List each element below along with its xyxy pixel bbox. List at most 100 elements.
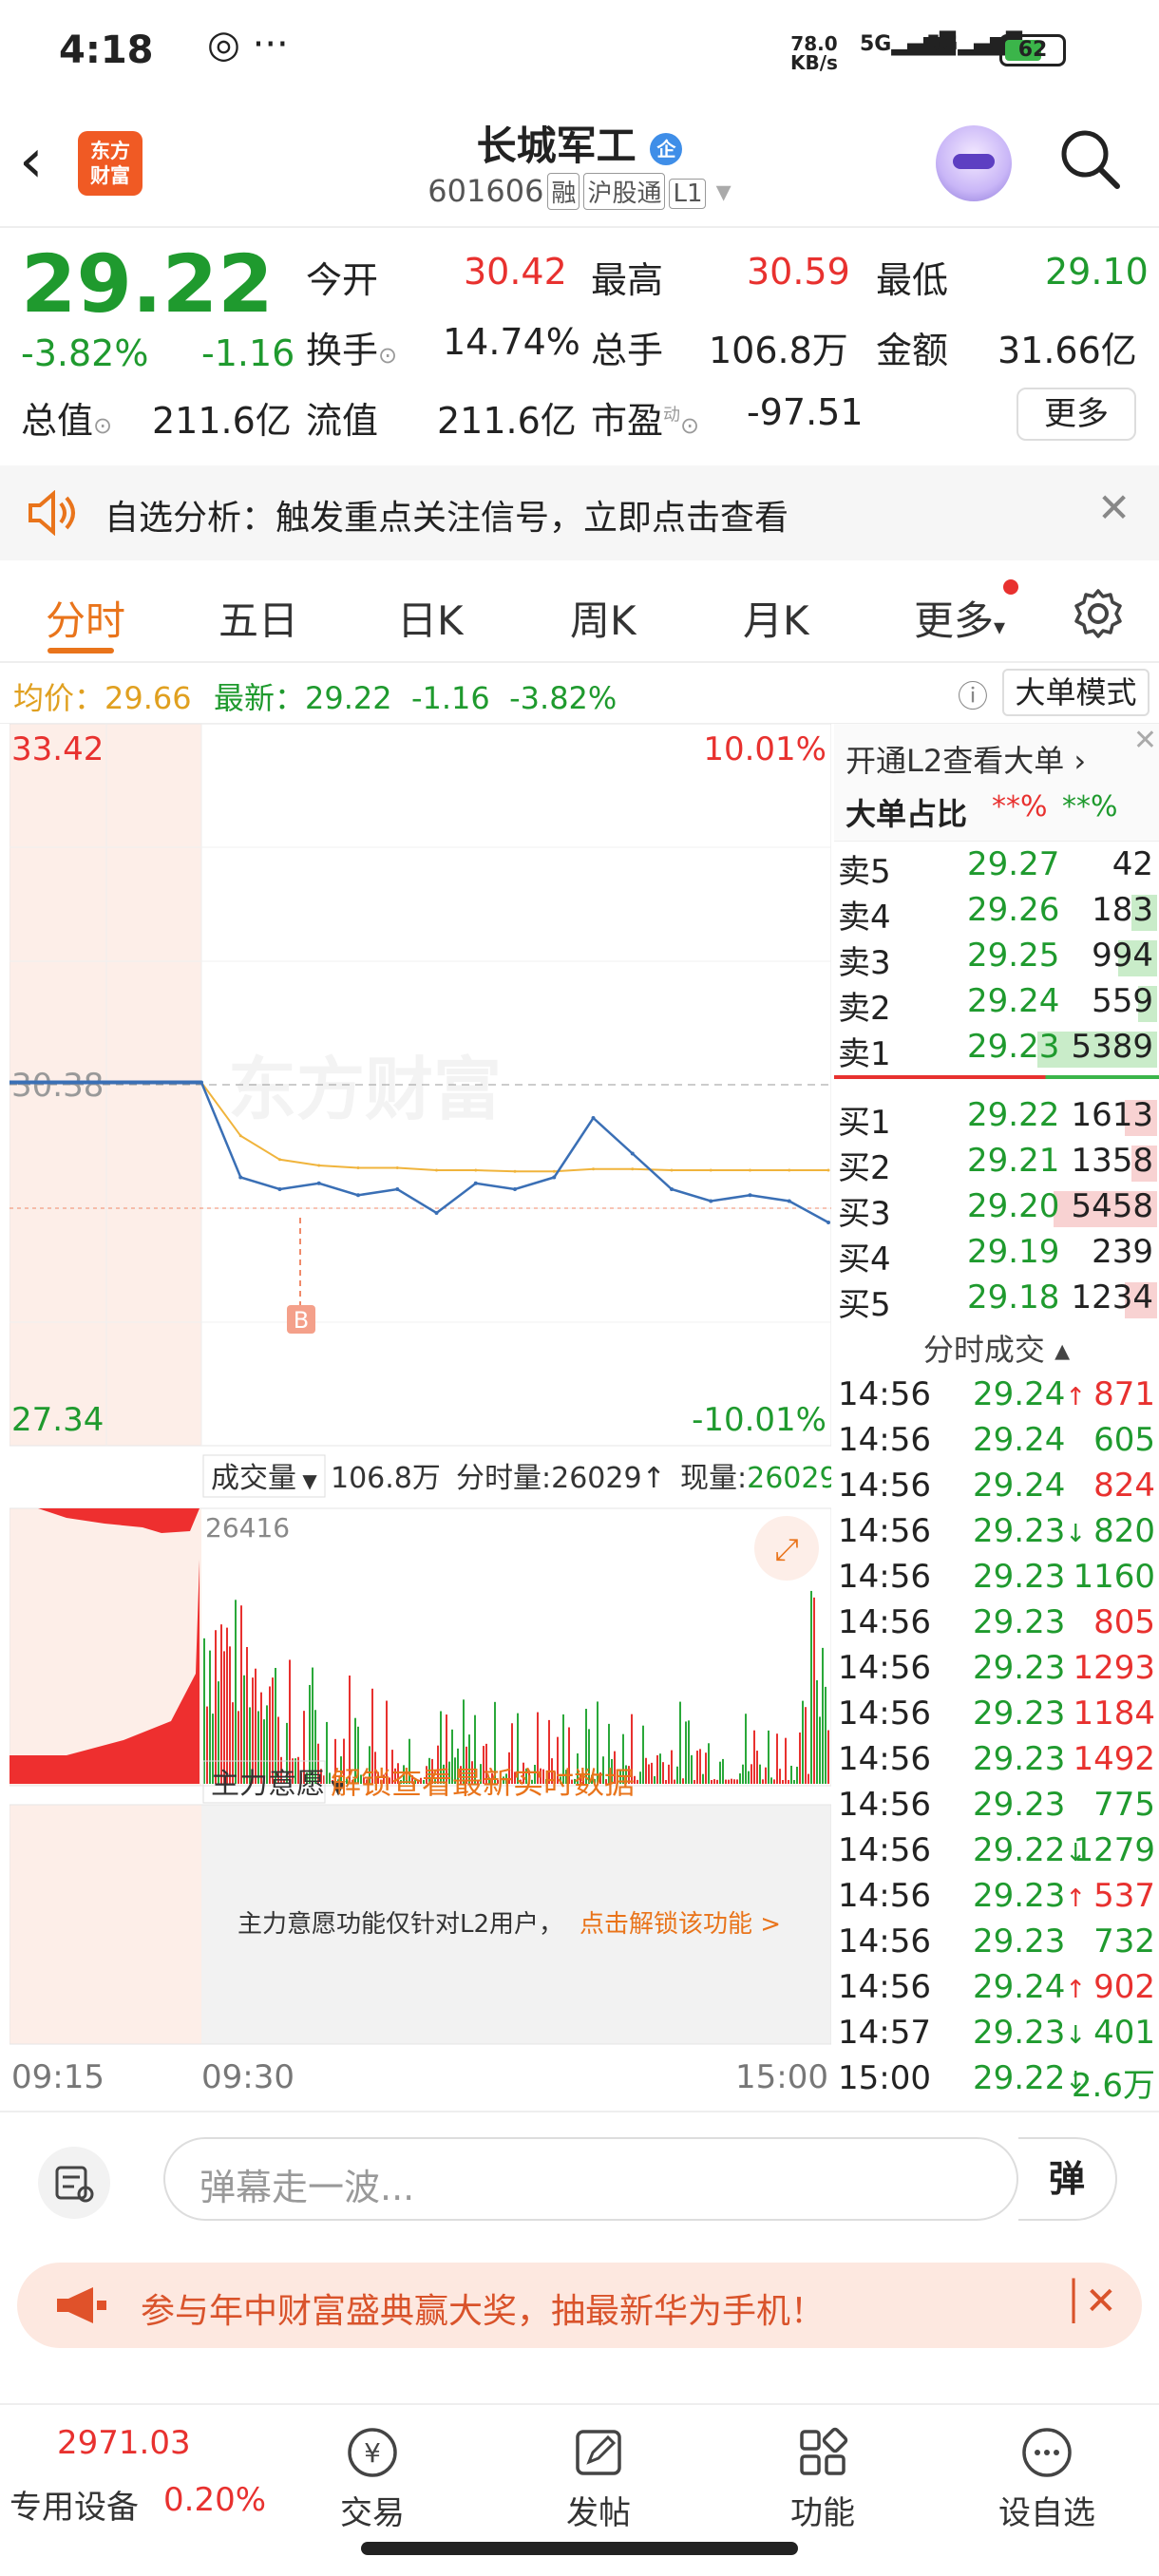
bid-row[interactable]: 买3 29.20 5458 xyxy=(834,1187,1157,1233)
l2-text: 开通L2查看大单 › xyxy=(846,743,1087,779)
trade-price: 29.24↑ xyxy=(973,1968,1087,2006)
trade-price: 29.24 xyxy=(973,1421,1066,1459)
low-value: 29.10 xyxy=(1045,251,1149,293)
assistant-avatar[interactable] xyxy=(936,125,1012,201)
nav-trade[interactable]: ¥ 交易 xyxy=(315,2424,429,2533)
chart-svg[interactable]: 东方财富 33.42 30.38 27.34 10.01% -10.01% B … xyxy=(9,723,838,2111)
volume-bar xyxy=(827,1730,829,1784)
bid-row[interactable]: 买4 29.19 239 xyxy=(834,1233,1157,1279)
pre-market-main-area xyxy=(10,1805,201,2044)
volume-bar xyxy=(790,1765,792,1784)
volume-bar xyxy=(733,1779,735,1784)
level-volume: 1613 xyxy=(1071,1096,1153,1134)
ask-row[interactable]: 卖1 29.23 5389 xyxy=(834,1028,1157,1073)
notification-icons: ◎ ··· xyxy=(207,23,289,66)
open-label: 今开 xyxy=(306,259,379,301)
order-book: 开通L2查看大单 › ✕ 大单占比 **% **% 卖5 29.27 42 卖4 29.… xyxy=(834,724,1159,2111)
ask-row[interactable]: 卖2 29.24 559 xyxy=(834,982,1157,1028)
avg-price-line-point xyxy=(670,1168,674,1172)
tab-five-day[interactable]: 五日 xyxy=(218,589,298,647)
level-price: 29.19 xyxy=(967,1233,1060,1271)
trade-volume: 1492 xyxy=(1073,1740,1155,1778)
search-icon[interactable] xyxy=(1056,125,1123,192)
volume-bar xyxy=(813,1597,815,1784)
volume-bar xyxy=(665,1780,667,1784)
vol-total: 106.8万 xyxy=(331,1462,441,1495)
avg-price: 均价：29.66 xyxy=(13,680,192,716)
trade-price: 29.23 xyxy=(973,1558,1066,1596)
volume-bar xyxy=(765,1767,767,1784)
trade-row: 14:56 29.23 732 xyxy=(834,1923,1159,1966)
danmu-input[interactable]: 弹幕走一波... xyxy=(163,2137,1018,2221)
ask-row[interactable]: 卖5 29.27 42 xyxy=(834,845,1157,891)
trade-time: 14:56 xyxy=(838,1831,931,1869)
trade-price: 29.23 xyxy=(973,1786,1066,1824)
tab-more[interactable]: 更多▾ xyxy=(914,589,1005,647)
pct-top-label: 10.01% xyxy=(703,730,826,768)
avg-price-line-point xyxy=(788,1168,791,1172)
gear-icon[interactable] xyxy=(1072,587,1125,640)
l2-note: 主力意愿功能仅针对L2用户， xyxy=(238,1910,563,1939)
l2-promo[interactable]: 开通L2查看大单 › ✕ 大单占比 **% **% xyxy=(834,724,1159,842)
bid-row[interactable]: 买2 29.21 1358 xyxy=(834,1142,1157,1187)
vol-max-label: 26416 xyxy=(205,1512,290,1544)
nav-functions[interactable]: 功能 xyxy=(766,2424,880,2533)
avg-price-line-point xyxy=(238,1134,242,1138)
status-bar: 4:18 ◎ ··· 78.0 KB/s 5G▂▄▆█ 5G▂▄▆█ 62 xyxy=(0,0,1159,104)
price-line-point xyxy=(395,1187,400,1191)
open-value: 30.42 xyxy=(464,251,567,293)
close-icon[interactable]: │✕ xyxy=(1062,2280,1117,2323)
ask-row[interactable]: 卖3 29.25 994 xyxy=(834,937,1157,982)
device-sector: 专用设备 xyxy=(10,2489,139,2527)
trade-price: 29.23 xyxy=(973,1695,1066,1733)
price-line-point xyxy=(277,1187,282,1191)
stock-header: ‹ 东方 财富 长城军工 企 601606 融沪股通 L1 ▾ xyxy=(0,104,1159,228)
more-dots-icon xyxy=(1022,2428,1072,2477)
analysis-notice[interactable]: 自选分析：触发重点关注信号，立即点击查看 ✕ xyxy=(0,465,1159,560)
promo-banner[interactable]: 参与年中财富盛典赢大奖，抽最新华为手机！ │✕ xyxy=(17,2263,1142,2348)
danmu-settings-icon[interactable] xyxy=(36,2145,112,2221)
time-open: 09:30 xyxy=(201,2058,294,2096)
tab-daily-k[interactable]: 日K xyxy=(397,589,464,647)
volume-bar xyxy=(705,1752,707,1784)
close-icon[interactable]: ✕ xyxy=(1097,484,1130,531)
y-bot-label: 27.34 xyxy=(11,1401,104,1439)
avg-price-line-point xyxy=(435,1168,438,1172)
trade-price: 29.23 xyxy=(973,1923,1066,1960)
avg-price-line-point xyxy=(826,1168,830,1172)
price-line-point xyxy=(473,1181,478,1185)
volume-bar xyxy=(742,1764,744,1784)
status-time: 4:18 xyxy=(59,28,154,72)
volume-bar xyxy=(656,1754,658,1784)
volume-bar xyxy=(719,1761,721,1784)
nav-post[interactable]: 发帖 xyxy=(542,2424,656,2533)
close-icon[interactable]: ✕ xyxy=(1133,724,1157,757)
now-volume: 现量:26029 xyxy=(680,1462,831,1495)
volume-bar xyxy=(289,1659,291,1784)
trade-volume: 824 xyxy=(1093,1467,1155,1505)
volume-bar xyxy=(679,1701,681,1784)
index-value[interactable]: 2971.03 xyxy=(57,2424,191,2462)
help-icon[interactable]: ⓘ xyxy=(958,672,988,716)
avg-price-line-point xyxy=(552,1169,556,1173)
l2-unlock-link[interactable]: 点击解锁该功能 > xyxy=(580,1910,781,1939)
tab-monthly-k[interactable]: 月K xyxy=(743,589,809,647)
volume-bar xyxy=(223,1651,225,1784)
bid-row[interactable]: 买1 29.22 1613 xyxy=(834,1096,1157,1142)
big-order-mode-button[interactable]: 大单模式 xyxy=(1002,669,1150,716)
nav-add-watchlist[interactable]: 设自选 xyxy=(990,2424,1104,2533)
level-volume: 42 xyxy=(1112,845,1153,883)
volume-bar xyxy=(739,1773,741,1784)
trades-header[interactable]: 分时成交 ▴ xyxy=(834,1326,1159,1370)
tab-weekly-k[interactable]: 周K xyxy=(570,589,636,647)
more-button[interactable]: 更多 xyxy=(1016,388,1136,441)
unlock-link[interactable]: 解锁查看最新实时数据 xyxy=(331,1765,635,1801)
turnover-label: 换手⊙ xyxy=(306,330,398,371)
level-volume: 183 xyxy=(1092,891,1153,929)
tab-intraday[interactable]: 分时 xyxy=(46,589,125,647)
ask-row[interactable]: 卖4 29.26 183 xyxy=(834,891,1157,937)
danmu-toggle-button[interactable]: 弹 xyxy=(1018,2137,1117,2221)
bid-row[interactable]: 买5 29.18 1234 xyxy=(834,1279,1157,1324)
volume-bar xyxy=(682,1778,684,1784)
avg-price-line-point xyxy=(709,1168,712,1172)
